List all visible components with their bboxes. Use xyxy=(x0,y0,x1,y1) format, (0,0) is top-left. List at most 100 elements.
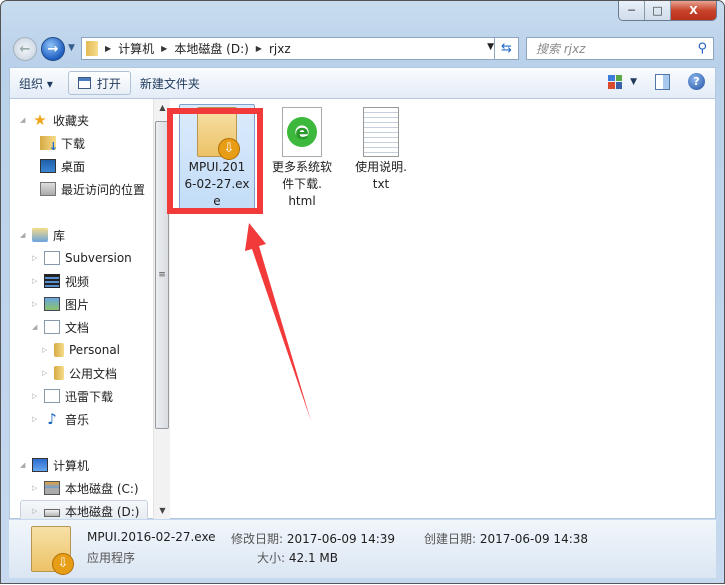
nav-item-documents[interactable]: ◢ 文档 xyxy=(32,317,89,337)
folder-icon xyxy=(54,366,64,380)
details-pane: MPUI.2016-02-27.exe 应用程序 修改日期: 2017-06-0… xyxy=(9,520,716,578)
modified-label: 修改日期: xyxy=(231,532,284,546)
nav-item-drive-c[interactable]: ▷ 本地磁盘 (C:) xyxy=(32,478,139,498)
nav-computer-label: 计算机 xyxy=(53,458,90,473)
collapsed-triangle-icon[interactable]: ▷ xyxy=(32,254,39,262)
created-value: 2017-06-09 14:38 xyxy=(479,532,589,546)
nav-item-drive-d[interactable]: ▷ 本地磁盘 (D:) xyxy=(32,501,139,519)
star-icon: ★ xyxy=(33,111,47,129)
file-name-line: txt xyxy=(372,177,390,191)
library-icon xyxy=(32,228,48,242)
back-arrow-icon: ← xyxy=(19,41,31,57)
breadcrumb-separator-icon[interactable]: ▶ xyxy=(105,44,111,53)
ie-html-icon: e xyxy=(282,107,322,157)
subversion-library-icon xyxy=(44,251,60,265)
expanded-triangle-icon[interactable]: ◢ xyxy=(20,231,27,239)
status-created: 创建日期: 2017-06-09 14:38 xyxy=(424,530,588,547)
breadcrumb-computer[interactable]: 计算机 xyxy=(118,40,154,57)
nav-item-label: Subversion xyxy=(65,251,132,265)
nav-libraries-label: 库 xyxy=(53,228,66,243)
scroll-down-icon[interactable]: ▼ xyxy=(154,502,171,519)
nav-item-label: Personal xyxy=(69,343,121,357)
nav-item-desktop[interactable]: 桌面 xyxy=(40,156,85,176)
text-file-icon xyxy=(363,107,399,157)
nav-item-subversion[interactable]: ▷ Subversion xyxy=(32,248,132,268)
nav-item-label: 本地磁盘 (C:) xyxy=(65,481,139,496)
nav-item-personal[interactable]: ▷ Personal xyxy=(42,340,120,360)
open-label: 打开 xyxy=(96,76,121,91)
desktop-icon xyxy=(40,159,56,173)
file-name-line: 件下载. xyxy=(282,177,322,191)
video-icon xyxy=(44,274,60,288)
expanded-triangle-icon[interactable]: ◢ xyxy=(20,461,27,469)
nav-computer[interactable]: ◢ 计算机 xyxy=(20,455,89,475)
file-name-line: 使用说明. xyxy=(355,160,407,174)
downloads-folder-icon xyxy=(40,136,58,153)
change-view-icon[interactable] xyxy=(608,74,623,89)
collapsed-triangle-icon[interactable]: ▷ xyxy=(32,392,39,400)
nav-item-label: 文档 xyxy=(65,320,90,335)
address-dropdown-icon[interactable]: ▼ xyxy=(487,42,494,52)
search-icon[interactable]: ⚲ xyxy=(697,41,707,56)
file-item-html[interactable]: e 更多系统软 件下载. html xyxy=(264,105,340,210)
folder-icon xyxy=(54,343,64,357)
refresh-button[interactable]: ⇆ xyxy=(494,37,519,60)
file-item-txt[interactable]: 使用说明. txt xyxy=(343,105,419,193)
nav-item-label: 公用文档 xyxy=(69,366,118,381)
breadcrumb-separator-icon[interactable]: ▶ xyxy=(256,44,262,53)
minimize-button[interactable]: ─ xyxy=(619,1,645,20)
documents-icon xyxy=(44,320,60,334)
breadcrumb-rjxz[interactable]: rjxz xyxy=(269,42,291,56)
expanded-triangle-icon[interactable]: ◢ xyxy=(20,116,27,124)
expanded-triangle-icon[interactable]: ◢ xyxy=(32,323,39,331)
nav-item-downloads[interactable]: 下载 xyxy=(40,133,85,153)
search-input[interactable]: 搜索 rjxz ⚲ xyxy=(526,37,714,60)
navigation-bar: ← → ▼ ▶ 计算机 ▶ 本地磁盘 (D:) ▶ rjxz ▼ ⇆ 搜索 rj… xyxy=(11,36,714,62)
forward-arrow-icon: → xyxy=(47,41,59,57)
drive-icon xyxy=(44,509,60,517)
explorer-body: ◢ ★ 收藏夹 下载 桌面 最近访问的位置 ◢ 库 ▷ xyxy=(9,99,716,519)
nav-libraries[interactable]: ◢ 库 xyxy=(20,225,65,245)
collapsed-triangle-icon[interactable]: ▷ xyxy=(32,277,39,285)
nav-favorites[interactable]: ◢ ★ 收藏夹 xyxy=(20,110,89,130)
organize-button[interactable]: 组织 ▾ xyxy=(10,71,62,95)
nav-item-label: 迅雷下载 xyxy=(65,389,114,404)
view-dropdown-icon[interactable]: ▼ xyxy=(630,77,637,87)
collapsed-triangle-icon[interactable]: ▷ xyxy=(32,507,39,515)
nav-item-pictures[interactable]: ▷ 图片 xyxy=(32,294,89,314)
collapsed-triangle-icon[interactable]: ▷ xyxy=(42,369,49,377)
maximize-button[interactable]: □ xyxy=(645,1,671,20)
collapsed-triangle-icon[interactable]: ▷ xyxy=(32,484,39,492)
nav-item-videos[interactable]: ▷ 视频 xyxy=(32,271,89,291)
close-button[interactable]: X xyxy=(671,1,716,20)
breadcrumb-drive-d[interactable]: 本地磁盘 (D:) xyxy=(174,40,248,57)
nav-item-public-documents[interactable]: ▷ 公用文档 xyxy=(42,363,117,383)
address-bar[interactable]: ▶ 计算机 ▶ 本地磁盘 (D:) ▶ rjxz ▼ xyxy=(81,37,499,60)
nav-item-recent-places[interactable]: 最近访问的位置 xyxy=(40,179,145,199)
forward-button[interactable]: → xyxy=(41,37,65,61)
pictures-icon xyxy=(44,297,60,311)
new-folder-button[interactable]: 新建文件夹 xyxy=(131,71,209,95)
status-size: 大小: 42.1 MB xyxy=(257,549,338,566)
library-icon xyxy=(44,389,60,403)
collapsed-triangle-icon[interactable]: ▷ xyxy=(32,300,39,308)
nav-item-xunlei-downloads[interactable]: ▷ 迅雷下载 xyxy=(32,386,113,406)
collapsed-triangle-icon[interactable]: ▷ xyxy=(42,346,49,354)
music-note-icon: ♪ xyxy=(47,410,57,428)
back-button[interactable]: ← xyxy=(13,37,37,61)
size-value: 42.1 MB xyxy=(288,551,338,565)
collapsed-triangle-icon[interactable]: ▷ xyxy=(32,415,39,423)
nav-item-music[interactable]: ▷ ♪ 音乐 xyxy=(32,409,89,429)
folder-icon xyxy=(86,41,98,56)
help-icon[interactable]: ? xyxy=(688,73,705,90)
nav-item-label: 最近访问的位置 xyxy=(61,182,146,197)
created-label: 创建日期: xyxy=(424,532,477,546)
preview-pane-icon[interactable] xyxy=(655,73,670,90)
refresh-icon: ⇆ xyxy=(501,41,512,56)
open-button[interactable]: 打开 xyxy=(67,71,131,95)
breadcrumb-separator-icon[interactable]: ▶ xyxy=(161,44,167,53)
status-modified: 修改日期: 2017-06-09 14:39 xyxy=(231,530,395,547)
caption-buttons: ─ □ X xyxy=(618,1,717,21)
system-drive-icon xyxy=(44,481,60,495)
history-dropdown-icon[interactable]: ▼ xyxy=(68,43,75,53)
